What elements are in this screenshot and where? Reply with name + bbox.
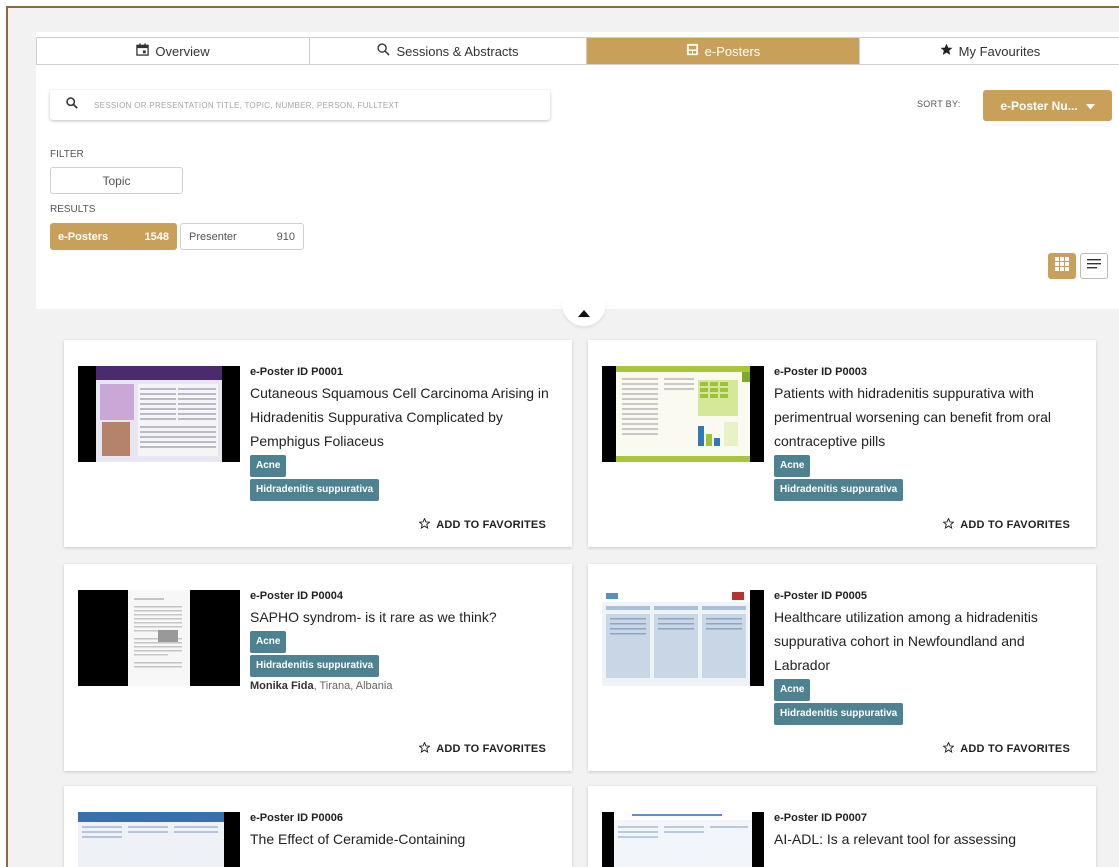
presenter-name[interactable]: Monika Fida <box>250 680 314 692</box>
sort-value: e-Poster Nu... <box>1000 98 1078 113</box>
poster-info: e-Poster ID P0003 Patients with hidraden… <box>774 366 1084 501</box>
favorite-label: ADD TO FAVORITES <box>960 519 1070 531</box>
chip-count: 1548 <box>144 230 169 243</box>
grid-view-button[interactable] <box>1048 253 1076 279</box>
tab-bar: Overview Sessions & Abstracts e-Posters … <box>36 37 1119 65</box>
chip-label: e-Posters <box>58 230 109 243</box>
sort-dropdown[interactable]: e-Poster Nu... <box>983 90 1112 121</box>
topic-tag[interactable]: Hidradenitis suppurativa <box>774 703 904 725</box>
add-to-favorites-button[interactable]: ADD TO FAVORITES <box>418 517 546 532</box>
poster-card[interactable]: e-Poster ID P0001 Cutaneous Squamous Cel… <box>64 340 572 547</box>
poster-thumbnail[interactable] <box>602 590 764 686</box>
add-to-favorites-button[interactable]: ADD TO FAVORITES <box>942 741 1070 756</box>
poster-card[interactable]: e-Poster ID P0005 Healthcare utilization… <box>588 564 1096 771</box>
topic-tag[interactable]: Acne <box>774 679 811 701</box>
tab-label: My Favourites <box>958 43 1041 59</box>
favorite-label: ADD TO FAVORITES <box>436 519 546 531</box>
tab-eposters[interactable]: e-Posters <box>587 38 860 64</box>
poster-info: e-Poster ID P0005 Healthcare utilization… <box>774 590 1084 725</box>
results-label: RESULTS <box>50 204 96 215</box>
poster-title[interactable]: Healthcare utilization among a hidradeni… <box>774 605 1084 677</box>
app-frame: Overview Sessions & Abstracts e-Posters … <box>6 6 1119 867</box>
filter-panel: Overview Sessions & Abstracts e-Posters … <box>36 32 1119 309</box>
search-icon <box>377 43 391 59</box>
tab-overview[interactable]: Overview <box>37 38 310 64</box>
poster-info: e-Poster ID P0001 Cutaneous Squamous Cel… <box>250 366 560 501</box>
poster-card[interactable]: e-Poster ID P0004 SAPHO syndrom- is it r… <box>64 564 572 771</box>
favorite-label: ADD TO FAVORITES <box>436 743 546 755</box>
poster-thumbnail[interactable] <box>78 590 240 686</box>
add-to-favorites-button[interactable]: ADD TO FAVORITES <box>942 517 1070 532</box>
tab-label: e-Posters <box>704 43 761 59</box>
grid-icon <box>1055 256 1069 276</box>
topic-tag[interactable]: Hidradenitis suppurativa <box>250 655 380 677</box>
presenter-location: , Tirana, Albania <box>313 680 393 692</box>
poster-info: e-Poster ID P0006 The Effect of Ceramide… <box>250 812 560 851</box>
poster-thumbnail[interactable] <box>78 366 240 462</box>
tab-label: Overview <box>155 43 210 59</box>
search-input[interactable] <box>94 100 514 110</box>
topic-tag[interactable]: Hidradenitis suppurativa <box>250 479 380 501</box>
caret-up-icon <box>578 304 590 322</box>
poster-id: e-Poster ID P0005 <box>774 590 867 602</box>
poster-info: e-Poster ID P0004 SAPHO syndrom- is it r… <box>250 590 560 692</box>
topic-tag[interactable]: Acne <box>774 455 811 477</box>
favorite-label: ADD TO FAVORITES <box>960 743 1070 755</box>
tab-label: Sessions & Abstracts <box>396 43 519 59</box>
caret-down-icon <box>1085 99 1095 113</box>
list-icon <box>1087 257 1101 275</box>
presenter-info: Monika Fida, Tirana, Albania <box>250 680 560 692</box>
sort-label: SORT BY: <box>917 99 961 109</box>
calendar-icon <box>136 43 150 59</box>
filter-label: FILTER <box>50 149 84 160</box>
poster-card[interactable]: e-Poster ID P0007 AI-ADL: Is a relevant … <box>588 786 1096 867</box>
poster-id: e-Poster ID P0007 <box>774 812 867 824</box>
poster-info: e-Poster ID P0007 AI-ADL: Is a relevant … <box>774 812 1084 851</box>
poster-thumbnail[interactable] <box>602 366 764 462</box>
poster-thumbnail[interactable] <box>78 812 240 867</box>
star-outline-icon <box>942 741 955 756</box>
list-view-button[interactable] <box>1080 253 1108 279</box>
poster-title[interactable]: SAPHO syndrom- is it rare as we think? <box>250 605 560 629</box>
chip-count: 910 <box>276 230 295 243</box>
poster-icon <box>686 43 699 59</box>
poster-title[interactable]: Cutaneous Squamous Cell Carcinoma Arisin… <box>250 381 560 453</box>
poster-id: e-Poster ID P0006 <box>250 812 343 824</box>
add-to-favorites-button[interactable]: ADD TO FAVORITES <box>418 741 546 756</box>
topic-tag[interactable]: Hidradenitis suppurativa <box>774 479 904 501</box>
poster-card[interactable]: e-Poster ID P0003 Patients with hidraden… <box>588 340 1096 547</box>
star-icon <box>940 43 953 59</box>
poster-title[interactable]: AI-ADL: Is a relevant tool for assessing <box>774 827 1084 851</box>
poster-thumbnail[interactable] <box>602 812 764 867</box>
collapse-filters-button[interactable] <box>562 300 606 326</box>
results-presenter-chip[interactable]: Presenter 910 <box>180 223 304 250</box>
star-outline-icon <box>418 741 431 756</box>
poster-id: e-Poster ID P0003 <box>774 366 867 378</box>
poster-id: e-Poster ID P0004 <box>250 590 343 602</box>
topic-tag[interactable]: Acne <box>250 631 287 653</box>
chip-label: Presenter <box>189 230 237 243</box>
poster-title[interactable]: The Effect of Ceramide-Containing <box>250 827 560 851</box>
star-outline-icon <box>942 517 955 532</box>
search-box <box>50 90 550 120</box>
star-outline-icon <box>418 517 431 532</box>
poster-card[interactable]: e-Poster ID P0006 The Effect of Ceramide… <box>64 786 572 867</box>
poster-id: e-Poster ID P0001 <box>250 366 343 378</box>
tab-my-favourites[interactable]: My Favourites <box>860 38 1119 64</box>
results-eposters-chip[interactable]: e-Posters 1548 <box>50 223 177 250</box>
search-icon <box>66 96 94 114</box>
topic-filter-button[interactable]: Topic <box>50 167 183 194</box>
poster-title[interactable]: Patients with hidradenitis suppurativa w… <box>774 381 1084 453</box>
topic-tag[interactable]: Acne <box>250 455 287 477</box>
tab-sessions-abstracts[interactable]: Sessions & Abstracts <box>310 38 587 64</box>
